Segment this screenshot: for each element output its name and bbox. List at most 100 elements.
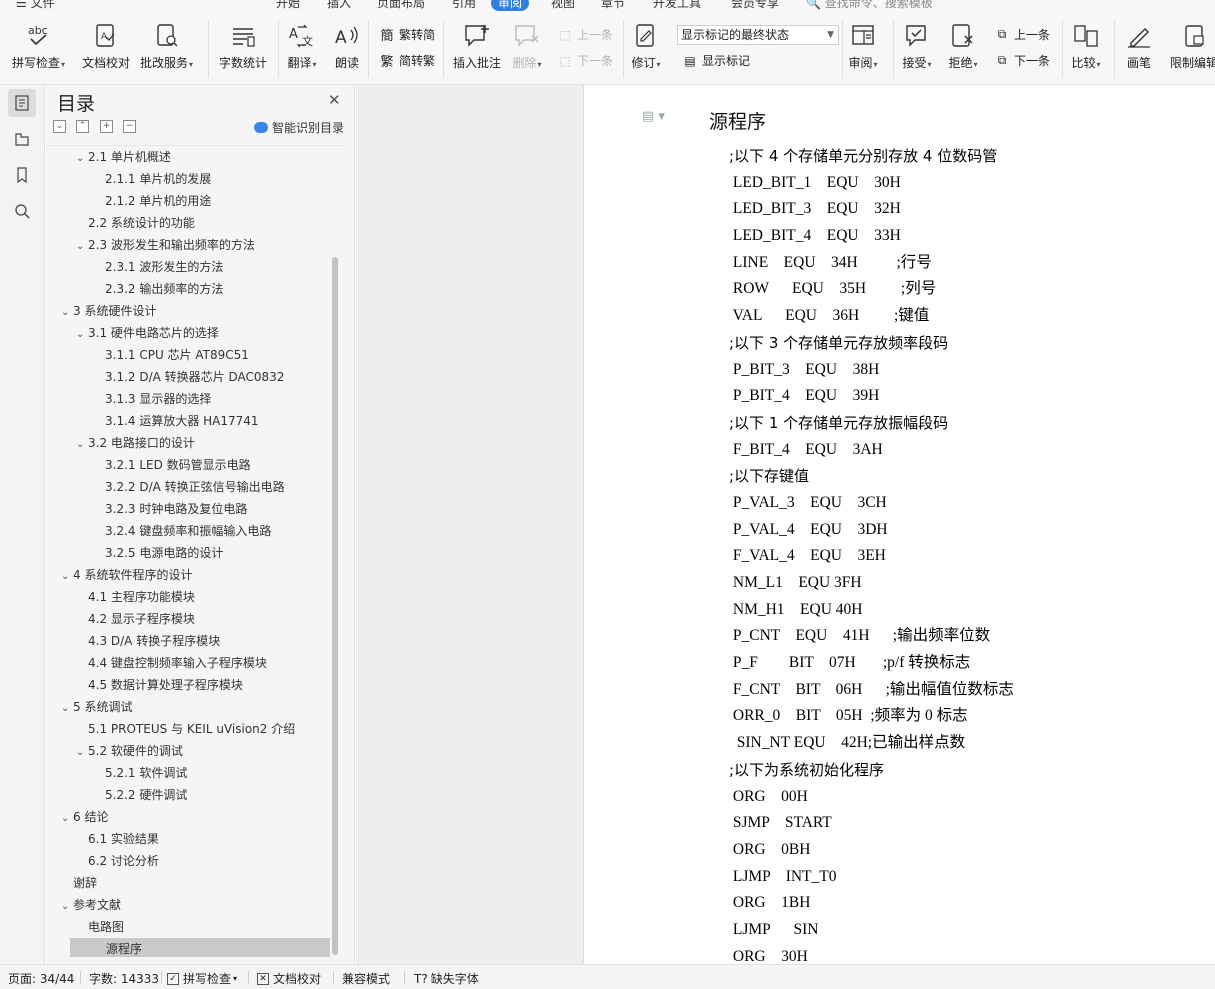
chevron-down-icon[interactable]: ⌄ (61, 302, 73, 324)
collapse-all-icon[interactable]: ⌄ (53, 120, 66, 133)
toc-item[interactable]: 谢辞 (46, 872, 326, 894)
tab-home[interactable]: 开始 (276, 0, 300, 11)
delete-comment-button[interactable]: 删除 (512, 22, 542, 71)
toc-item[interactable]: 4.5 数据计算处理子程序模块 (46, 674, 326, 696)
toc-item[interactable]: 2.1.2 单片机的用途 (46, 190, 326, 212)
tab-page-layout[interactable]: 页面布局 (377, 0, 425, 11)
toc-item[interactable]: 2.3.1 波形发生的方法 (46, 256, 326, 278)
translate-button[interactable]: A文 翻译 (287, 22, 317, 71)
status-spell-check[interactable]: ✓ 拼写检查 ▾ (167, 970, 237, 987)
remove-heading-icon[interactable]: − (123, 120, 136, 133)
tab-member[interactable]: 会员专享 (731, 0, 779, 11)
accept-button[interactable]: 接受 (902, 22, 932, 71)
page-indicator[interactable]: 页面: 34/44 (8, 970, 74, 987)
review-pane-button[interactable]: 审阅 (848, 22, 878, 71)
chevron-down-icon[interactable]: ⌄ (61, 698, 73, 720)
word-count-indicator[interactable]: 字数: 14333 (89, 970, 159, 987)
toc-item[interactable]: 4.2 显示子程序模块 (46, 608, 326, 630)
toc-item[interactable]: 3.2.3 时钟电路及复位电路 (46, 498, 326, 520)
chevron-down-icon[interactable]: ⌄ (76, 742, 88, 764)
toc-item[interactable]: 源程序 (70, 938, 330, 957)
smart-toc-button[interactable]: 智能识别目录 (254, 119, 344, 136)
find-button[interactable] (8, 197, 36, 225)
toc-item[interactable]: 2.1.1 单片机的发展 (46, 168, 326, 190)
toc-item[interactable]: 4.1 主程序功能模块 (46, 586, 326, 608)
paragraph-menu-icon[interactable]: ▤ ▾ (642, 109, 665, 124)
toc-item[interactable]: 3.2.1 LED 数码管显示电路 (46, 454, 326, 476)
next-comment-button[interactable]: ⬚ 下一条 (556, 52, 613, 69)
toc-item[interactable]: 5.2.1 软件调试 (46, 762, 326, 784)
chevron-down-icon[interactable]: ⌄ (76, 434, 88, 456)
toc-item[interactable]: ⌄ 参考文献 (46, 894, 326, 916)
chevron-down-icon[interactable]: ⌄ (61, 566, 73, 588)
ink-button[interactable]: 画笔 (1124, 22, 1154, 71)
toc-scrollbar[interactable] (332, 257, 338, 955)
markup-state-select[interactable]: 显示标记的最终状态 ▼ (677, 25, 839, 45)
toc-item[interactable]: ⌄ 5.2 软硬件的调试 (46, 740, 326, 762)
track-changes-button[interactable]: 修订 (631, 22, 661, 71)
toc-item[interactable]: ⌄ 2.1 单片机概述 (46, 146, 326, 168)
show-markup-button[interactable]: ▤ 显示标记 (681, 52, 750, 69)
chevron-down-icon[interactable]: ⌄ (61, 808, 73, 830)
toc-item[interactable]: 5.1 PROTEUS 与 KEIL uVision2 介绍 (46, 718, 326, 740)
toc-panel-button[interactable] (8, 89, 36, 117)
command-search[interactable]: 🔍 查找命令、搜索模板 (806, 0, 933, 11)
toc-item[interactable]: ⌄ 3 系统硬件设计 (46, 300, 326, 322)
toc-item[interactable]: ⌄ 2.3 波形发生和输出频率的方法 (46, 234, 326, 256)
toc-item[interactable]: ⌄ 5 系统调试 (46, 696, 326, 718)
toc-item[interactable]: 5.2.2 硬件调试 (46, 784, 326, 806)
chevron-down-icon[interactable]: ⌄ (76, 236, 88, 258)
read-aloud-button[interactable]: A 朗读 (332, 22, 362, 71)
toc-item[interactable]: 电路图 (46, 916, 326, 938)
toc-item[interactable]: 3.1.4 运算放大器 HA17741 (46, 410, 326, 432)
spell-check-button[interactable]: abc 拼写检查 (12, 22, 65, 71)
toc-item[interactable]: 4.4 键盘控制频率输入子程序模块 (46, 652, 326, 674)
toc-item[interactable]: 3.2.5 电源电路的设计 (46, 542, 326, 564)
compare-button[interactable]: 比较 (1071, 22, 1101, 71)
chevron-down-icon[interactable]: ⌄ (76, 324, 88, 346)
tab-insert[interactable]: 插入 (327, 0, 351, 11)
expand-all-icon[interactable]: ⌃ (76, 120, 89, 133)
toc-item[interactable]: ⌄ 3.2 电路接口的设计 (46, 432, 326, 454)
status-doc-proof[interactable]: ✕ 文档校对 (257, 970, 321, 987)
document-page[interactable]: ▤ ▾ 源程序 ;以下 4 个存储单元分别存放 4 位数码管 LED_BIT_1… (583, 85, 1215, 965)
next-change-button[interactable]: ⧉ 下一条 (993, 52, 1050, 69)
doc-proof-button[interactable]: A 文档校对 (82, 22, 130, 71)
toc-item[interactable]: 3.1.1 CPU 芯片 AT89C51 (46, 344, 326, 366)
toc-item[interactable]: 3.1.3 显示器的选择 (46, 388, 326, 410)
trad-to-simp-button[interactable]: 簡 繁转简 (378, 26, 435, 44)
tab-review[interactable]: 审阅 (491, 0, 530, 11)
toc-item[interactable]: 2.3.2 输出频率的方法 (46, 278, 326, 300)
chevron-down-icon[interactable]: ⌄ (76, 148, 88, 170)
insert-comment-button[interactable]: 插入批注 (453, 22, 501, 71)
toc-item[interactable]: 6.1 实验结果 (46, 828, 326, 850)
tab-references[interactable]: 引用 (452, 0, 476, 11)
toc-item[interactable]: ⌄ 6 结论 (46, 806, 326, 828)
word-count-button[interactable]: 字数统计 (219, 22, 267, 71)
reject-button[interactable]: 拒绝 (948, 22, 978, 71)
prev-comment-button[interactable]: ⬚ 上一条 (556, 26, 613, 43)
tab-view[interactable]: 视图 (551, 0, 575, 11)
revise-service-button[interactable]: 批改服务 (140, 22, 193, 71)
tab-developer[interactable]: 开发工具 (653, 0, 701, 11)
prev-change-button[interactable]: ⧉ 上一条 (993, 26, 1050, 43)
simp-to-trad-button[interactable]: 繁 简转繁 (378, 52, 435, 70)
add-heading-icon[interactable]: + (100, 120, 113, 133)
file-menu[interactable]: ☰ 文件 (16, 0, 55, 11)
toc-item[interactable]: 4.3 D/A 转换子程序模块 (46, 630, 326, 652)
bookmark-button[interactable] (8, 161, 36, 189)
toc-item[interactable]: 2.2 系统设计的功能 (46, 212, 326, 234)
toc-item[interactable]: 3.1.2 D/A 转换器芯片 DAC0832 (46, 366, 326, 388)
toc-item[interactable]: ⌄ 4 系统软件程序的设计 (46, 564, 326, 586)
missing-font-button[interactable]: T? 缺失字体 (414, 970, 479, 987)
chevron-down-icon[interactable]: ⌄ (61, 896, 73, 918)
restrict-edit-button[interactable]: 限制编辑 (1170, 22, 1215, 71)
toc-item[interactable]: 3.2.2 D/A 转换正弦信号输出电路 (46, 476, 326, 498)
tab-chapter[interactable]: 章节 (601, 0, 625, 11)
close-icon[interactable]: ✕ (328, 91, 341, 109)
section-nav-button[interactable] (8, 125, 36, 153)
read-aloud-label: 朗读 (334, 56, 359, 70)
toc-item[interactable]: 3.2.4 键盘频率和振幅输入电路 (46, 520, 326, 542)
toc-item[interactable]: ⌄ 3.1 硬件电路芯片的选择 (46, 322, 326, 344)
toc-item[interactable]: 6.2 讨论分析 (46, 850, 326, 872)
